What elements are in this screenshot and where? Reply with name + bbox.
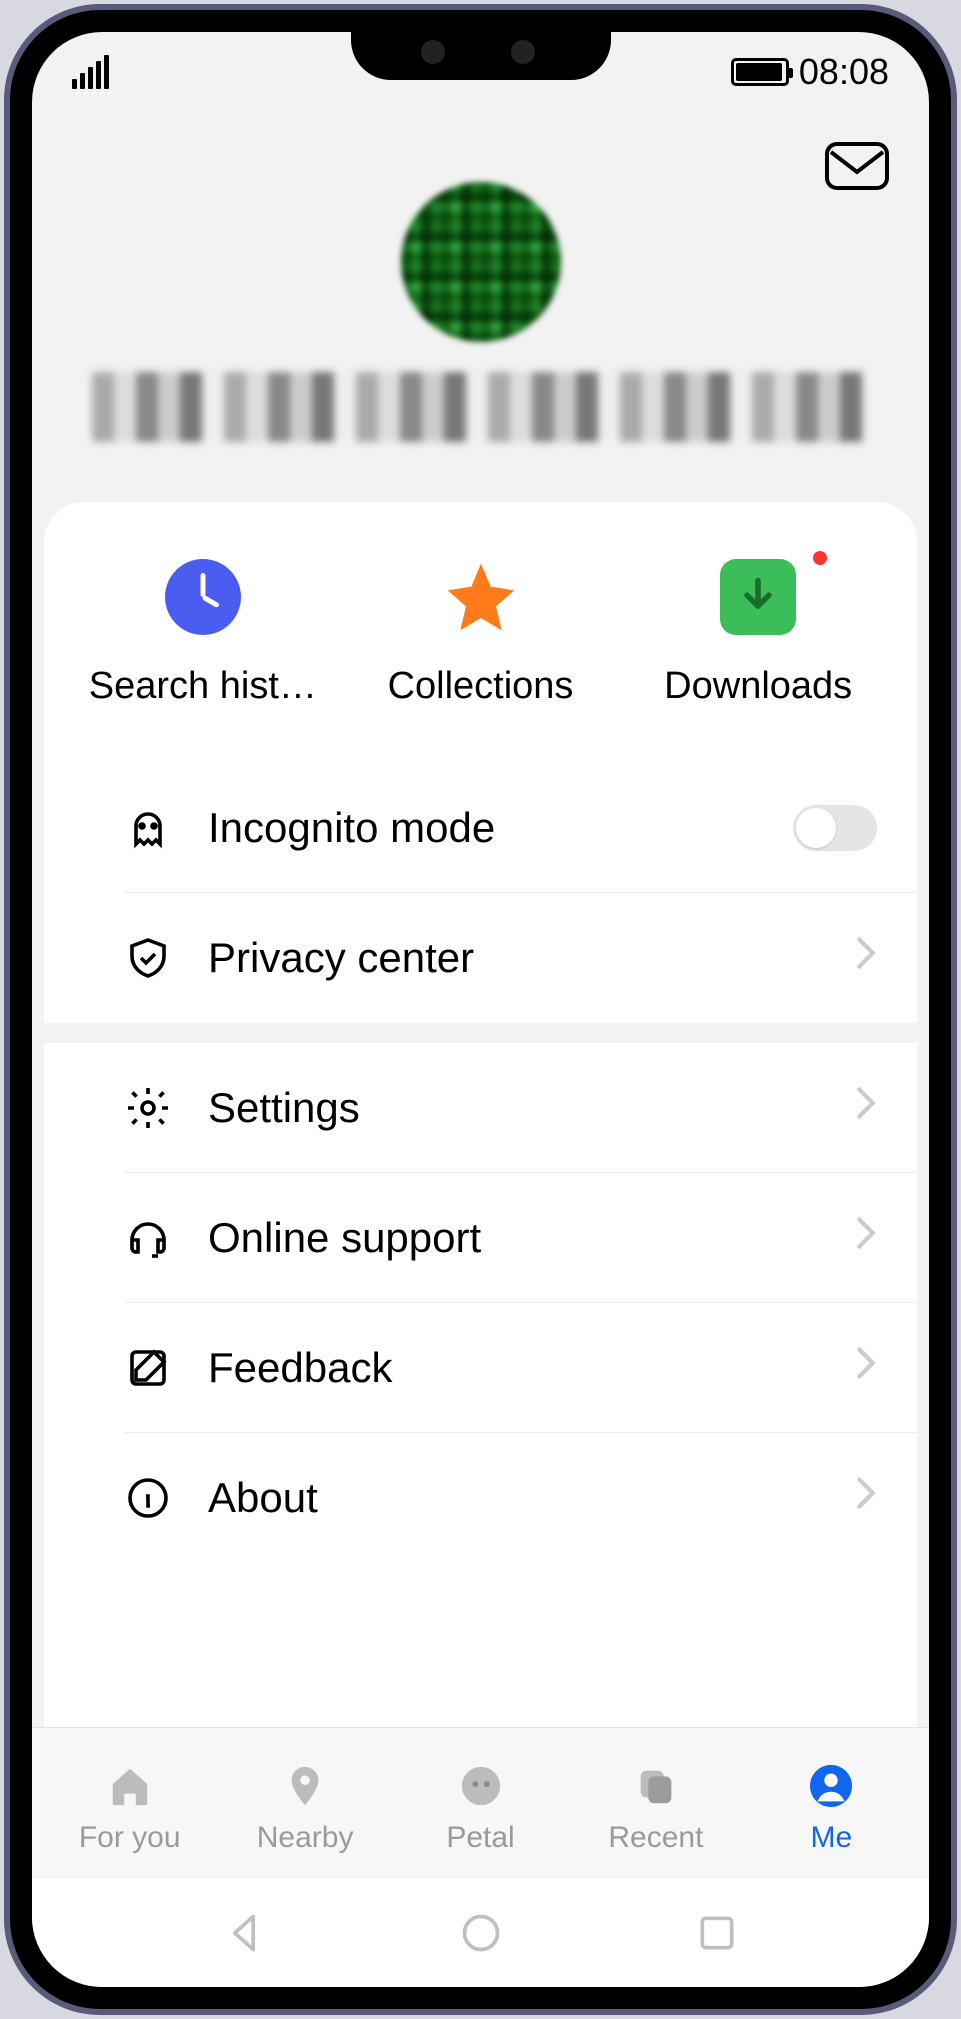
info-icon <box>124 1474 172 1522</box>
chevron-right-icon <box>855 1086 877 1130</box>
row-privacy-center[interactable]: Privacy center <box>124 893 917 1023</box>
stack-icon <box>631 1761 681 1811</box>
battery-icon <box>731 58 789 86</box>
notification-dot <box>813 551 827 565</box>
home-icon <box>105 1761 155 1811</box>
star-icon <box>441 557 521 637</box>
quick-collections[interactable]: Collections <box>342 557 620 708</box>
row-feedback[interactable]: Feedback <box>124 1303 917 1433</box>
row-label: Settings <box>208 1084 819 1132</box>
clock-icon <box>165 559 241 635</box>
home-button[interactable] <box>456 1908 506 1958</box>
gear-icon <box>124 1084 172 1132</box>
face-icon <box>456 1761 506 1811</box>
row-incognito-mode[interactable]: Incognito mode <box>124 763 917 893</box>
profile-header <box>32 112 929 502</box>
headset-icon <box>124 1214 172 1262</box>
bottom-tab-bar: For you Nearby Petal Recent <box>32 1727 929 1877</box>
download-icon <box>720 559 796 635</box>
tab-for-you[interactable]: For you <box>42 1761 217 1855</box>
incognito-toggle[interactable] <box>793 805 877 851</box>
tab-label: Recent <box>608 1821 703 1855</box>
section-separator <box>44 1023 917 1043</box>
messages-button[interactable] <box>825 142 889 190</box>
signal-icon <box>72 55 109 89</box>
row-settings[interactable]: Settings <box>124 1043 917 1173</box>
row-label: Incognito mode <box>208 804 757 852</box>
recents-button[interactable] <box>692 1908 742 1958</box>
row-about[interactable]: About <box>124 1433 917 1563</box>
tab-label: For you <box>79 1821 181 1855</box>
tab-nearby[interactable]: Nearby <box>217 1761 392 1855</box>
tab-recent[interactable]: Recent <box>568 1761 743 1855</box>
quick-label: Search hist… <box>89 665 317 708</box>
system-nav-bar <box>32 1877 929 1987</box>
compose-icon <box>124 1344 172 1392</box>
quick-label: Downloads <box>664 665 852 708</box>
chevron-right-icon <box>855 936 877 980</box>
username[interactable] <box>92 372 869 442</box>
back-button[interactable] <box>219 1908 269 1958</box>
tab-label: Petal <box>446 1821 514 1855</box>
row-online-support[interactable]: Online support <box>124 1173 917 1303</box>
main-card: Search hist… Collections <box>44 502 917 1727</box>
chevron-right-icon <box>855 1346 877 1390</box>
quick-downloads[interactable]: Downloads <box>619 557 897 708</box>
person-icon <box>806 1761 856 1811</box>
quick-label: Collections <box>388 665 574 708</box>
tab-me[interactable]: Me <box>744 1761 919 1855</box>
chevron-right-icon <box>855 1216 877 1260</box>
tab-label: Nearby <box>257 1821 354 1855</box>
avatar[interactable] <box>401 182 561 342</box>
shield-icon <box>124 934 172 982</box>
ghost-icon <box>124 804 172 852</box>
chevron-right-icon <box>855 1476 877 1520</box>
pin-icon <box>280 1761 330 1811</box>
tab-label: Me <box>810 1821 852 1855</box>
status-time: 08:08 <box>799 51 889 93</box>
row-label: Privacy center <box>208 934 819 982</box>
row-label: Online support <box>208 1214 819 1262</box>
quick-search-history[interactable]: Search hist… <box>64 557 342 708</box>
row-label: About <box>208 1474 819 1522</box>
tab-petal[interactable]: Petal <box>393 1761 568 1855</box>
row-label: Feedback <box>208 1344 819 1392</box>
device-notch <box>351 10 611 80</box>
